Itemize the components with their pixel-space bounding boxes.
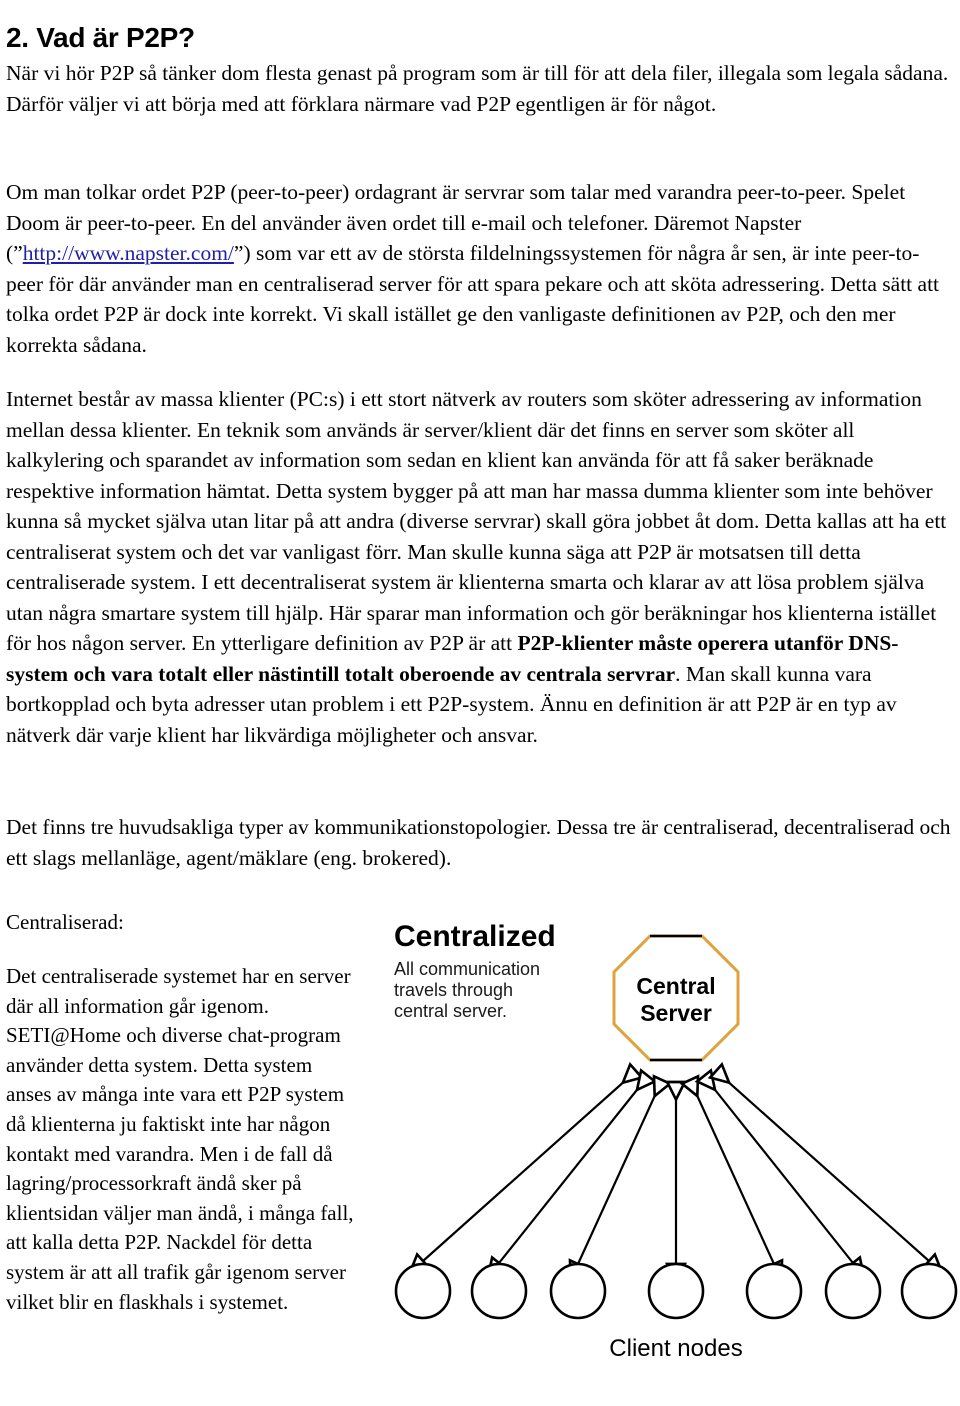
section-label-centraliserad: Centraliserad: [6, 910, 124, 934]
centralized-topology-diagram: Centralized All communication travels th… [386, 906, 958, 1368]
diagram-subtitle-line-1: All communication [394, 959, 540, 979]
client-nodes-caption: Client nodes [609, 1335, 742, 1362]
paragraph-topology-types: Det finns tre huvudsakliga typer av komm… [6, 812, 954, 873]
paragraph-internet-clients: Internet består av massa klienter (PC:s)… [6, 384, 954, 750]
paragraph-topology-text: Det finns tre huvudsakliga typer av komm… [6, 815, 951, 870]
central-server-label-line-2: Server [640, 1000, 712, 1026]
client-node [549, 1262, 607, 1320]
page-title: 2. Vad är P2P? [6, 21, 195, 53]
paragraph-definition-literal: Om man tolkar ordet P2P (peer-to-peer) o… [6, 177, 954, 360]
client-nodes-group [394, 1262, 958, 1320]
document-page: 2. Vad är P2P? När vi hör P2P så tänker … [0, 0, 960, 1406]
central-server-label-line-1: Central [636, 973, 715, 999]
paragraph-centralized-description: Det centraliserade systemet har en serve… [6, 962, 358, 1317]
connection-line-2 [499, 1076, 648, 1263]
connection-line-5 [690, 1080, 774, 1264]
napster-link[interactable]: http://www.napster.com/ [23, 241, 234, 265]
connection-line-6 [704, 1076, 853, 1263]
paragraph-centralized-text: Det centraliserade systemet har en serve… [6, 964, 354, 1314]
diagram-subtitle-line-3: central server. [394, 1001, 507, 1021]
client-node [647, 1262, 705, 1320]
client-node [900, 1262, 958, 1320]
diagram-connections [423, 1071, 929, 1264]
client-node [745, 1262, 803, 1320]
paragraph-intro-text: När vi hör P2P så tänker dom flesta gena… [6, 61, 949, 116]
paragraph-p3-before-bold: Internet består av massa klienter (PC:s)… [6, 387, 947, 655]
client-node [470, 1262, 528, 1320]
diagram-subtitle-line-2: travels through [394, 980, 513, 1000]
connection-line-1 [423, 1071, 636, 1261]
connection-line-3 [578, 1080, 662, 1264]
paragraph-intro: När vi hör P2P så tänker dom flesta gena… [6, 58, 954, 119]
central-server-node: Central Server [612, 934, 740, 1062]
diagram-title: Centralized [394, 920, 556, 953]
connection-line-7 [716, 1071, 929, 1261]
client-node [394, 1262, 452, 1320]
client-node [824, 1262, 882, 1320]
